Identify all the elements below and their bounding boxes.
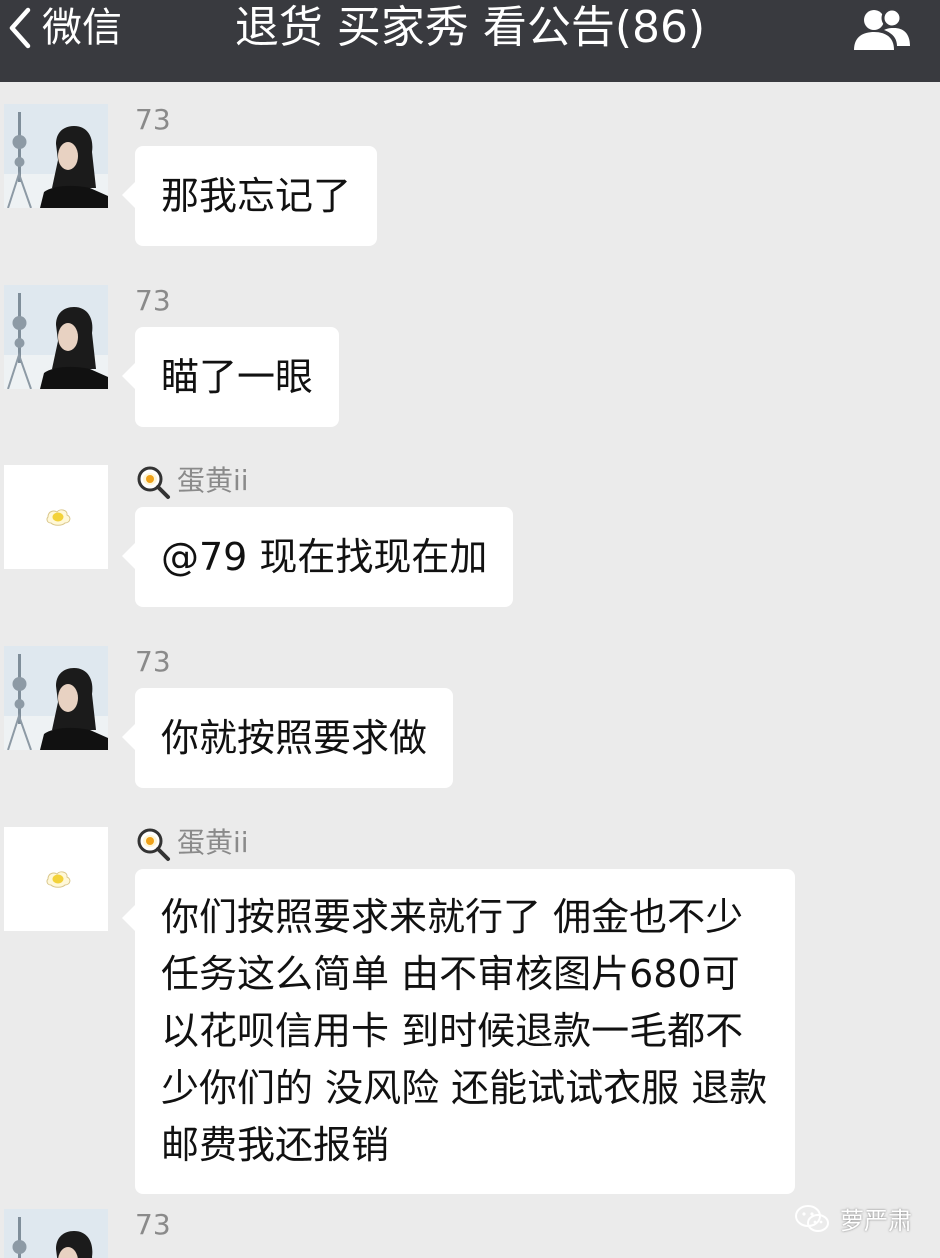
sender-name: 73 [135, 103, 171, 136]
wechat-logo-icon [795, 1204, 829, 1232]
avatar[interactable] [4, 646, 108, 750]
message-row: 蛋黄ii @79 现在找现在加 [0, 443, 940, 623]
message-bubble[interactable]: 你就按照要求做 [121, 688, 454, 788]
magnifier-egg-icon [137, 466, 170, 499]
message-row: 73 那我忘记了 [0, 82, 940, 262]
avatar[interactable] [4, 1209, 108, 1258]
avatar[interactable] [4, 104, 108, 208]
sender-name-text: 蛋黄ii [177, 464, 249, 497]
group-members-icon [854, 7, 910, 50]
avatar[interactable] [4, 285, 108, 389]
sender-name: 73 [135, 1208, 171, 1241]
sender-name: 蛋黄ii [135, 463, 249, 500]
message-bubble[interactable]: @79 现在找现在加 [121, 507, 514, 607]
chat-title: 退货 买家秀 看公告(86) [234, 2, 706, 53]
message-list[interactable]: 73 那我忘记了 73 瞄了一眼 蛋黄ii @79 现在找现在加 73 你就按照… [0, 82, 940, 1258]
sender-name-text: 蛋黄ii [177, 826, 249, 859]
watermark-text: 萝严肃 [840, 1207, 912, 1235]
sender-name: 73 [135, 284, 171, 317]
message-row: 蛋黄ii 你们按照要求来就行了 佣金也不少 任务这么简单 由不审核图片680可以… [0, 805, 940, 1205]
avatar[interactable] [4, 465, 108, 569]
sender-name: 73 [135, 645, 171, 678]
message-row: 73 你就按照要求做 [0, 624, 940, 804]
group-members-button[interactable] [850, 6, 912, 50]
message-row: 73 瞄了一眼 [0, 263, 940, 443]
message-bubble[interactable]: 瞄了一眼 [121, 327, 340, 427]
magnifier-egg-icon [137, 828, 170, 861]
nav-bar: 微信 退货 买家秀 看公告(86) [0, 0, 940, 82]
message-bubble[interactable]: 你们按照要求来就行了 佣金也不少 任务这么简单 由不审核图片680可以花呗信用卡… [122, 869, 795, 1194]
message-bubble[interactable]: 那我忘记了 [121, 146, 378, 246]
avatar[interactable] [4, 827, 108, 931]
sender-name: 蛋黄ii [135, 825, 249, 862]
watermark: 萝严肃 [794, 1201, 912, 1236]
